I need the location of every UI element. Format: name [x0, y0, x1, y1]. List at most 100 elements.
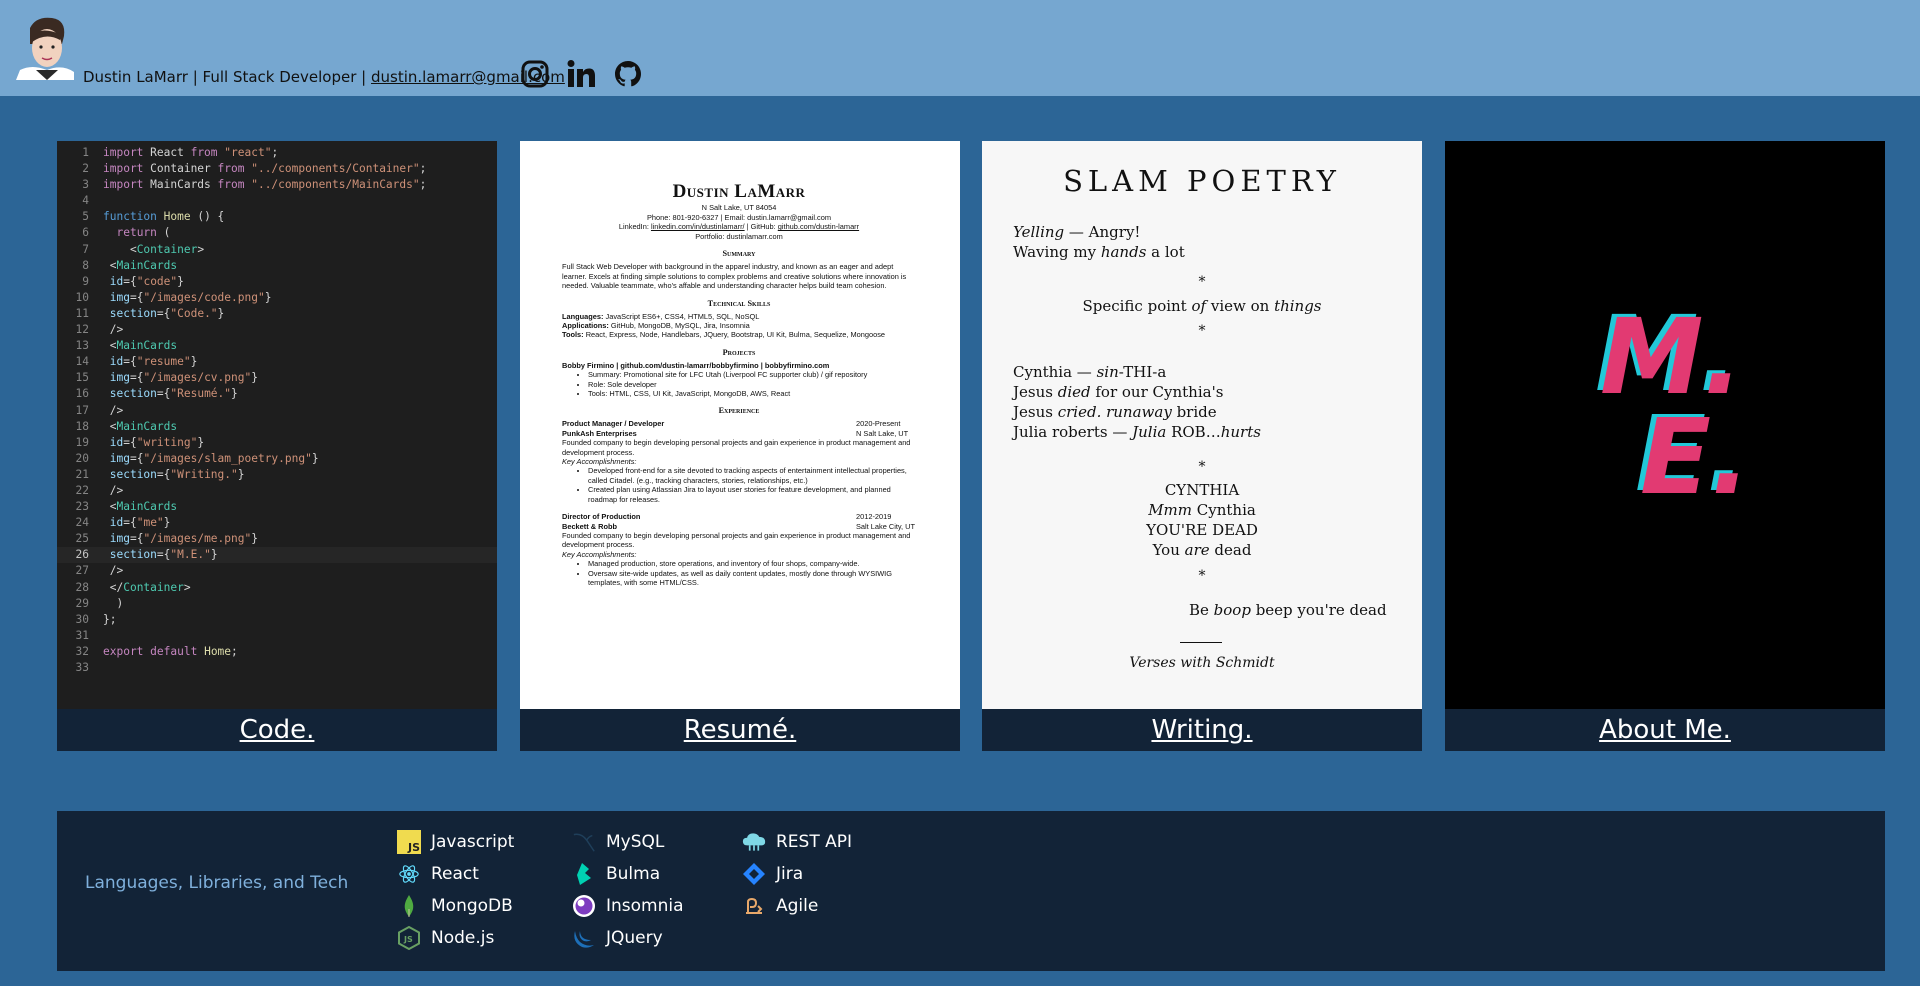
resume-summary-heading: Summary	[722, 249, 756, 259]
tech-label: Bulma	[606, 864, 661, 884]
code-text: section={"Code."}	[109, 306, 225, 320]
code-text: import MainCards from "../components/Mai…	[103, 178, 427, 192]
resume-applications: Applications: GitHub, MongoDB, MySQL, Ji…	[562, 321, 916, 330]
poetry-fragment: things	[1274, 297, 1322, 315]
poetry-signature: Verses with Schmidt	[982, 655, 1422, 671]
code-text: img={"/images/code.png"}	[109, 290, 272, 304]
code-text: <MainCards	[103, 258, 178, 272]
line-number: 12	[75, 323, 89, 337]
tech-label: Jira	[776, 864, 804, 884]
poetry-line: You are dead	[982, 541, 1422, 559]
mongodb-icon	[397, 894, 421, 918]
card-resume-link[interactable]: Resumé.	[684, 715, 797, 745]
code-line: 31	[57, 628, 497, 644]
poetry-fragment: Yelling	[1013, 223, 1065, 241]
code-text: <Container>	[103, 242, 205, 256]
tech-label: MongoDB	[431, 896, 513, 916]
line-number: 22	[75, 483, 89, 497]
line-number: 5	[82, 210, 89, 224]
poetry-star: *	[1198, 274, 1206, 290]
linkedin-icon[interactable]	[566, 58, 596, 90]
card-code-link[interactable]: Code.	[240, 715, 315, 745]
resume-tools-value: React, Express, Node, Handlebars, JQuery…	[585, 330, 886, 340]
line-number: 26	[75, 548, 89, 562]
tech-label: REST API	[776, 832, 853, 852]
code-line: 15 img={"/images/cv.png"}	[57, 370, 497, 386]
resume-linkedin: linkedin.com/in/dustinlamarr/	[650, 222, 745, 232]
resume-job1-loc: N Salt Lake, UT	[856, 428, 909, 438]
code-line: 3 import MainCards from "../components/Ma…	[57, 177, 497, 193]
line-number: 27	[75, 564, 89, 578]
line-number: 32	[75, 644, 89, 658]
code-line: 11 section={"Code."}	[57, 306, 497, 322]
poetry-fragment: ROB…	[1166, 423, 1221, 441]
poetry-fragment: hurts	[1220, 423, 1261, 441]
code-line: 18 <MainCards	[57, 419, 497, 435]
line-number: 14	[75, 355, 89, 369]
tech-item-jquery: JQuery	[572, 925, 663, 951]
code-text: id={"code"}	[109, 274, 184, 288]
poetry-line: Julia roberts — Julia ROB…hurts	[1013, 423, 1261, 441]
code-line: 23 <MainCards	[57, 499, 497, 515]
line-number: 33	[75, 661, 89, 674]
resume-job1-dates: 2020-Present	[856, 419, 901, 429]
card-writing-link[interactable]: Writing.	[1151, 715, 1252, 745]
code-text: img={"/images/me.png"}	[109, 532, 258, 546]
card-writing[interactable]: SLAM POETRY Yelling — Angry! Waving my h…	[982, 141, 1422, 751]
code-line: 30};	[57, 612, 497, 628]
github-icon[interactable]	[613, 58, 643, 90]
tech-item-bulma: Bulma	[572, 861, 660, 887]
resume-links: LinkedIn: linkedin.com/in/dustinlamarr/ …	[562, 222, 916, 232]
instagram-icon[interactable]	[520, 58, 550, 90]
tech-label: Insomnia	[606, 896, 684, 916]
svg-text:JS: JS	[403, 935, 413, 944]
tech-item-jira: Jira	[742, 861, 803, 887]
poetry-fragment: Jesus	[1013, 383, 1058, 401]
nodejs-icon: JS	[397, 926, 421, 950]
code-line: 25 img={"/images/me.png"}	[57, 531, 497, 547]
tech-label: Agile	[776, 896, 819, 916]
card-resume[interactable]: Dustin LaMarr N Salt Lake, UT 84054 Phon…	[520, 141, 960, 751]
poetry-preview: SLAM POETRY Yelling — Angry! Waving my h…	[982, 141, 1422, 709]
about-preview: M. E.	[1445, 141, 1885, 709]
card-about-link[interactable]: About Me.	[1599, 715, 1731, 745]
resume-project-title: Bobby Firmino | github.com/dustin-lamarr…	[562, 361, 916, 370]
code-line: 28 </Container>	[57, 580, 497, 596]
poetry-fragment: Cynthia	[1192, 501, 1256, 519]
poetry-fragment: Julia roberts —	[1013, 423, 1133, 441]
resume-name: Dustin LaMarr	[672, 181, 806, 202]
me-letter-e: E.	[1640, 396, 1751, 518]
resume-projects-heading: Projects	[722, 347, 756, 357]
card-code[interactable]: 1 import React from "react"; 2 import Conta…	[57, 141, 497, 751]
card-resume-footer: Resumé.	[520, 709, 960, 751]
list-item: Managed production, store operations, an…	[588, 559, 916, 568]
line-number: 20	[75, 451, 89, 465]
resume-job2-dates: 2012-2019	[856, 512, 892, 522]
resume-preview: Dustin LaMarr N Salt Lake, UT 84054 Phon…	[520, 141, 960, 709]
poetry-star: *	[1198, 323, 1206, 339]
code-line: 17 />	[57, 403, 497, 419]
line-number: 25	[75, 532, 89, 546]
svg-text:JS: JS	[407, 841, 420, 854]
react-icon	[397, 862, 421, 886]
resume-job2-title-row: Director of Production 2012-2019	[562, 512, 916, 521]
code-line: 26 section={"M.E."}	[57, 547, 497, 564]
resume-summary: Full Stack Web Developer with background…	[562, 262, 907, 291]
resume-experience-heading: Experience	[718, 406, 760, 416]
tech-label: React	[431, 864, 479, 884]
line-number: 19	[75, 435, 89, 449]
resume-job2-desc: Founded company to begin developing pers…	[562, 530, 911, 550]
poetry-fragment: a lot	[1146, 243, 1185, 261]
poetry-fragment: -THI-a	[1118, 363, 1167, 381]
line-number: 16	[75, 387, 89, 401]
poetry-line: YOU'RE DEAD	[1146, 521, 1258, 539]
key-label-text: Key Accomplishments:	[562, 549, 637, 559]
tech-label: JQuery	[606, 928, 663, 948]
jira-icon	[742, 862, 766, 886]
code-line: 12 />	[57, 322, 497, 338]
resume-lang: JavaScript ES6+, CSS4, HTML5, SQL, NoSQL	[605, 311, 760, 321]
card-about[interactable]: M. E. About Me.	[1445, 141, 1885, 751]
code-line: 29 )	[57, 596, 497, 612]
tech-label: Node.js	[431, 928, 495, 948]
code-text: id={"me"}	[109, 516, 171, 530]
